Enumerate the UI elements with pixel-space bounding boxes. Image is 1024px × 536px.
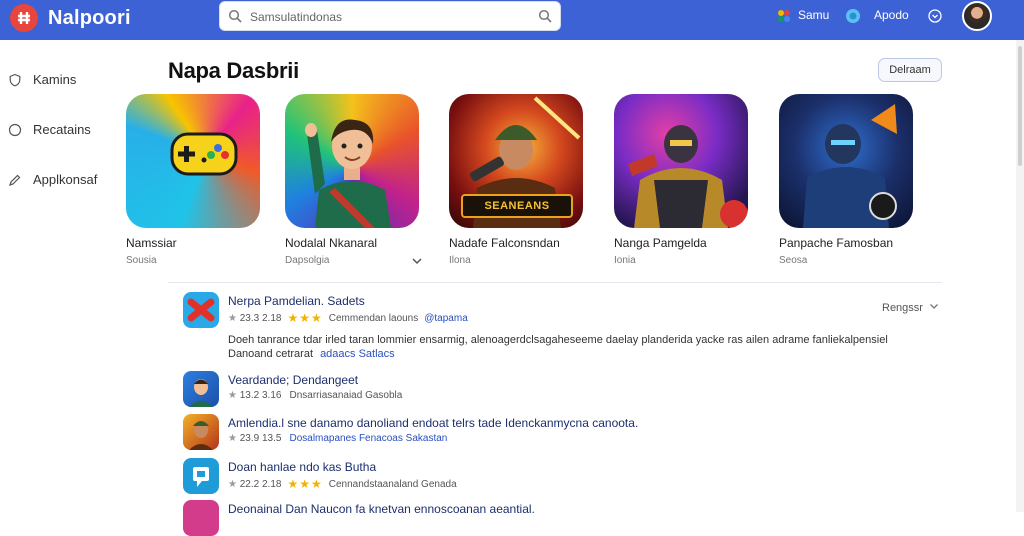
- shield-icon: [8, 73, 22, 87]
- star-rating: ★★★: [287, 477, 323, 491]
- app-list-icon[interactable]: [183, 414, 219, 450]
- app-card-subtitle: Ilona: [449, 255, 471, 266]
- pencil-icon: [8, 173, 22, 187]
- list-item-tag[interactable]: @tapama: [424, 313, 468, 324]
- sidebar-item-kamins[interactable]: Kamins: [8, 72, 76, 87]
- see-all-button[interactable]: Delraam: [878, 58, 942, 82]
- gamepad-icon[interactable]: [126, 94, 260, 228]
- search-bar[interactable]: Samsulatindonas: [219, 1, 561, 31]
- character-icon[interactable]: [285, 94, 419, 228]
- header-link-samu[interactable]: Samu: [798, 8, 829, 22]
- scrollbar-thumb[interactable]: [1018, 46, 1022, 166]
- app-card[interactable]: Panpache Famosban Seosa: [779, 94, 919, 266]
- sidebar-item-recatains[interactable]: Recatains: [8, 122, 91, 137]
- list-item-meta: ★ 13.2 3.16 Dnsarriasanaiad Gasobla: [228, 390, 402, 401]
- soldier-icon[interactable]: SEANEANS: [449, 94, 583, 228]
- list-item-title[interactable]: Deonainal Dan Naucon fa knetvan ennoscoa…: [228, 502, 535, 516]
- app-card-title: Nanga Pamgelda: [614, 236, 707, 250]
- description-text: Danoand cetrarat: [228, 348, 313, 360]
- list-item-description-extra: Danoand cetrarat adaacs Satlacs: [228, 348, 395, 360]
- list-item-rating: 22.2 2.18: [239, 478, 282, 490]
- star-rating: ★★★: [287, 311, 323, 325]
- armor-icon[interactable]: [614, 94, 748, 228]
- list-item-title[interactable]: Amlendia.l sne danamo danoliand endoat t…: [228, 416, 638, 430]
- sort-label: Rengssr: [882, 301, 923, 314]
- app-card-title: Nadafe Falconsndan: [449, 236, 560, 250]
- list-item-meta: ★ 23.3 2.18 ★★★ Cemmendan laouns @tapama: [228, 311, 468, 325]
- app-card[interactable]: SEANEANS Nadafe Falconsndan Ilona: [449, 94, 589, 266]
- list-item-description: Doeh tanrance tdar irled taran lommier e…: [228, 334, 888, 346]
- chevron-down-icon[interactable]: [928, 9, 942, 28]
- rating-star-icon: ★: [228, 478, 240, 490]
- app-name[interactable]: Nalpoori: [48, 7, 131, 30]
- app-card-subtitle: Ionia: [614, 255, 636, 266]
- app-card[interactable]: Nanga Pamgelda Ionia: [614, 94, 754, 266]
- rating-star-icon: ★: [228, 312, 240, 324]
- sidebar-item-label: Kamins: [33, 72, 77, 87]
- sort-dropdown[interactable]: Rengssr: [882, 301, 939, 314]
- list-item-meta: ★ 22.2 2.18 ★★★ Cennandstaanaland Genada: [228, 477, 457, 491]
- chevron-down-icon: [929, 301, 939, 314]
- circle-icon: [8, 123, 22, 137]
- app-card-title: Panpache Famosban: [779, 236, 894, 250]
- globe-icon[interactable]: [845, 8, 861, 29]
- chevron-down-icon[interactable]: [411, 254, 423, 272]
- header-link-apodo[interactable]: Apodo: [874, 8, 909, 22]
- list-item-meta-text: Cennandstaanaland Genada: [328, 478, 457, 490]
- title-badge: SEANEANS: [461, 194, 573, 218]
- search-icon: [228, 9, 242, 28]
- list-item-meta-text: Dnsarriasanaiad Gasobla: [289, 390, 403, 401]
- app-list-icon[interactable]: [183, 371, 219, 407]
- list-item-title[interactable]: Nerpa Pamdelian. Sadets: [228, 294, 365, 308]
- list-item-title[interactable]: Doan hanlae ndo kas Butha: [228, 460, 376, 474]
- sidebar: Kamins Recatains Applkonsaf: [0, 40, 110, 512]
- app-list-icon[interactable]: [183, 292, 219, 328]
- sidebar-item-applkonsaf[interactable]: Applkonsaf: [8, 172, 97, 187]
- app-card-title: Nodalal Nkanaral: [285, 236, 378, 250]
- list-item-rating: 23.3 2.18: [239, 312, 282, 324]
- search-input[interactable]: Samsulatindonas: [250, 10, 342, 24]
- list-item-meta-text[interactable]: Dosalmapanes Fenacoas Sakastan: [289, 433, 447, 444]
- description-tag[interactable]: adaacs Satlacs: [320, 348, 395, 360]
- list-item-rating: 23.9 13.5: [239, 433, 282, 444]
- sidebar-item-label: Applkonsaf: [33, 172, 98, 187]
- app-logo-icon[interactable]: [10, 4, 38, 32]
- app-list-icon[interactable]: [183, 500, 219, 536]
- app-card[interactable]: Nodalal Nkanaral Dapsolgia: [285, 94, 425, 266]
- app-card-subtitle: Seosa: [779, 255, 808, 266]
- app-card[interactable]: Namssiar Sousia: [126, 94, 266, 266]
- top-bar: Nalpoori Samsulatindonas Samu Apodo: [0, 0, 1024, 40]
- app-list-icon[interactable]: [183, 458, 219, 494]
- section-divider: [168, 282, 942, 283]
- rating-star-icon: ★: [228, 390, 240, 401]
- search-submit-icon[interactable]: [538, 9, 552, 28]
- sidebar-item-label: Recatains: [33, 122, 91, 137]
- list-item-meta: ★ 23.9 13.5 Dosalmapanes Fenacoas Sakast…: [228, 433, 447, 444]
- list-item-title[interactable]: Veardande; Dendangeet: [228, 373, 358, 387]
- list-item-meta-text: Cemmendan laouns: [328, 312, 419, 324]
- app-card-subtitle: Sousia: [126, 255, 157, 266]
- app-card-subtitle: Dapsolgia: [285, 255, 330, 266]
- app-card-title: Namssiar: [126, 236, 177, 250]
- apps-grid-icon[interactable]: [776, 8, 792, 29]
- list-item-rating: 13.2 3.16: [239, 390, 282, 401]
- robot-icon[interactable]: [779, 94, 913, 228]
- section-title: Napa Dasbrii: [168, 58, 299, 83]
- user-avatar[interactable]: [962, 1, 992, 31]
- rating-star-icon: ★: [228, 433, 240, 444]
